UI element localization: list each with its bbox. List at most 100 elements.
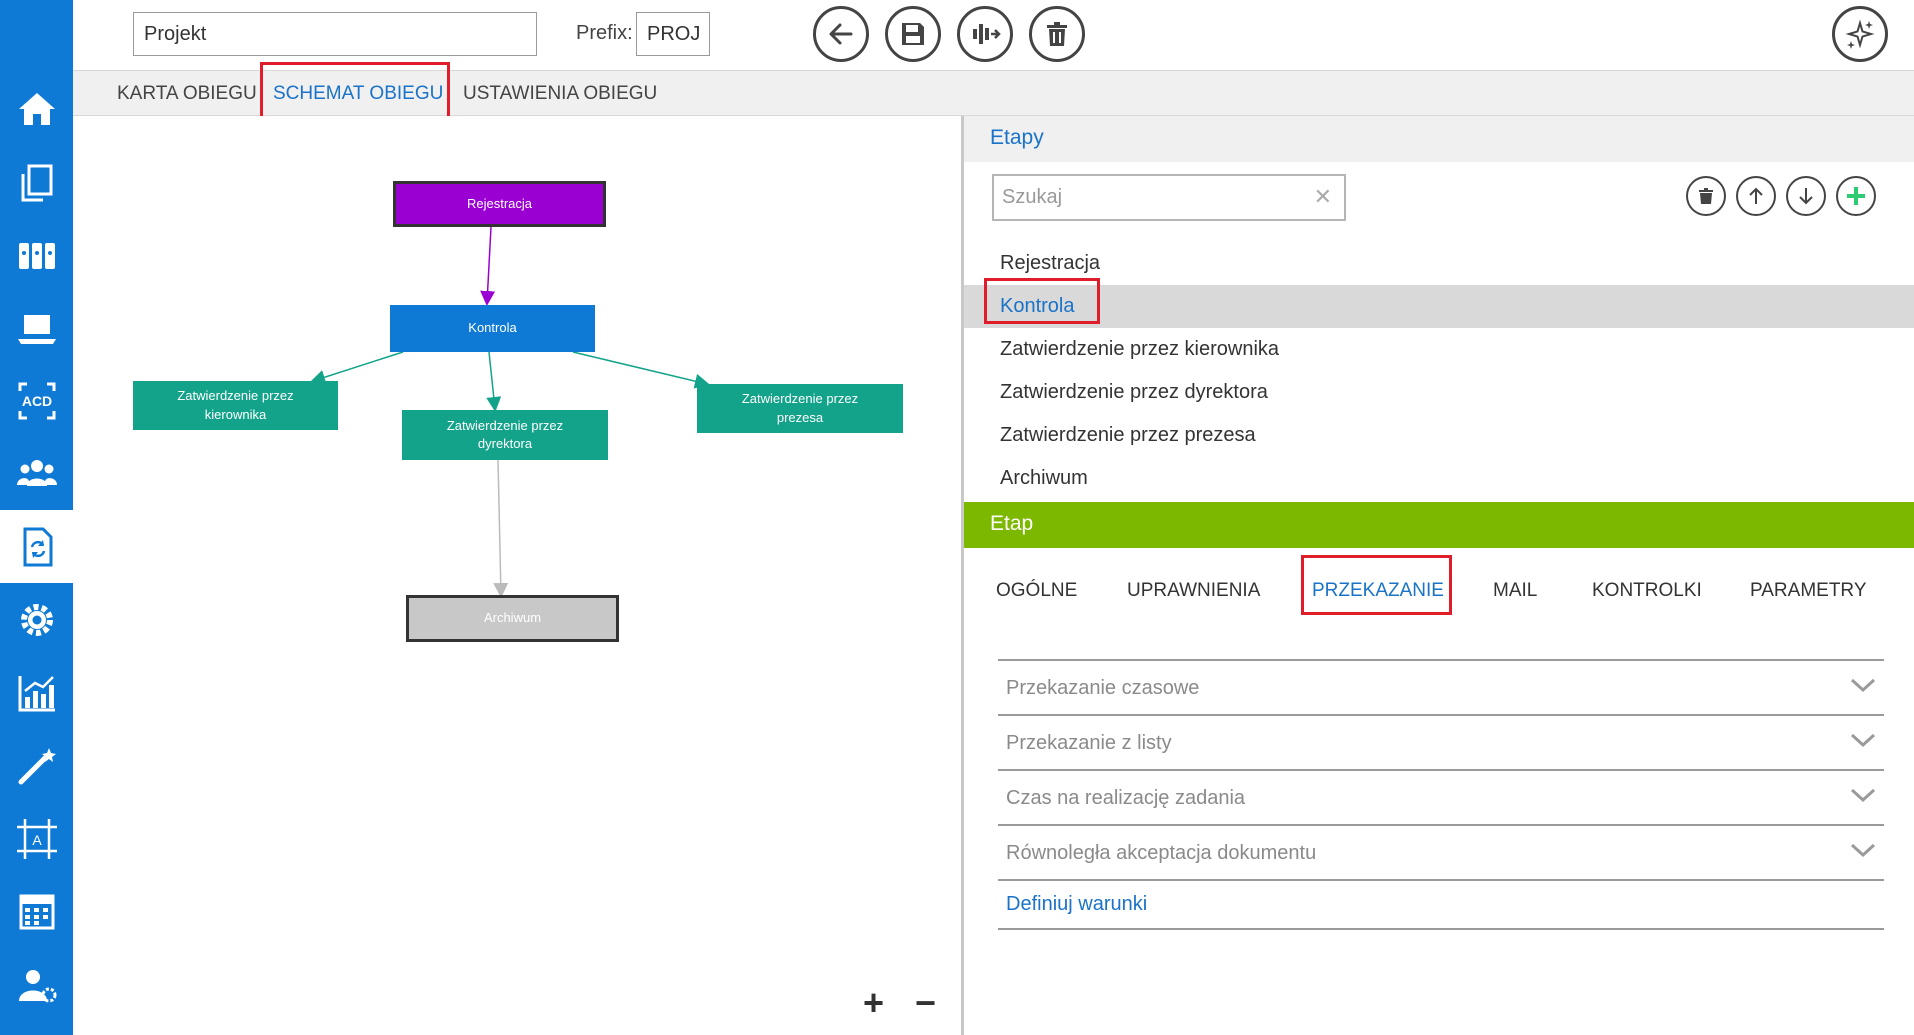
nav-documents[interactable] [0, 145, 73, 218]
nav-user-settings[interactable] [0, 948, 73, 1021]
nav-laptop[interactable] [0, 291, 73, 364]
sidebar: ACD A [0, 0, 73, 1035]
tab-ogolne[interactable]: OGÓLNE [996, 580, 1077, 602]
node-zatwierdzenie-prezesa[interactable]: Zatwierdzenie przez prezesa [697, 384, 903, 433]
tab-uprawnienia[interactable]: UPRAWNIENIA [1127, 580, 1260, 602]
define-conditions-link[interactable]: Definiuj warunki [1006, 893, 1147, 916]
nav-wizard[interactable] [0, 729, 73, 802]
zoom-out-button[interactable]: − [915, 982, 936, 1024]
section-label: Czas na realizację zadania [1006, 787, 1246, 809]
top-toolbar: Projekt Prefix: PROJ [73, 0, 1914, 70]
workflow-doc-icon [23, 527, 52, 566]
stage-item-archiwum[interactable]: Archiwum [964, 457, 1914, 500]
nav-settings[interactable] [0, 583, 73, 656]
template-icon: A [16, 818, 57, 859]
nav-calendar[interactable] [0, 875, 73, 948]
assistant-button[interactable] [1832, 6, 1888, 62]
edge-dyrektor-archiwum [493, 459, 509, 598]
prefix-field[interactable]: PROJ [636, 12, 710, 56]
tab-ustawienia-obiegu[interactable]: USTAWIENIA OBIEGU [463, 83, 657, 105]
node-label: Rejestracja [466, 195, 533, 211]
node-label: Kontrola [468, 320, 517, 336]
stage-item-rejestracja[interactable]: Rejestracja [964, 242, 1914, 285]
save-button[interactable] [885, 6, 941, 62]
back-button[interactable] [813, 6, 869, 62]
binders-icon [18, 242, 55, 269]
nav-home[interactable] [0, 72, 73, 145]
section-label: Przekazanie czasowe [1006, 677, 1200, 699]
svg-text:ACD: ACD [21, 393, 51, 409]
chevron-down-icon [1850, 678, 1876, 693]
node-label-line-2: kierownika [204, 406, 267, 422]
search-placeholder: Szukaj [1002, 186, 1063, 208]
name-field[interactable]: Projekt [133, 12, 537, 56]
main-tabs: KARTA OBIEGU SCHEMAT OBIEGU USTAWIENIA O… [73, 62, 1914, 120]
nav-acd[interactable]: ACD [0, 364, 73, 437]
tab-kontrolki[interactable]: KONTROLKI [1592, 580, 1702, 602]
user-settings-icon [18, 969, 56, 1002]
calendar-icon [19, 894, 54, 929]
node-label-line-2: dyrektora [477, 436, 533, 451]
stage-item-kierownik[interactable]: Zatwierdzenie przez kierownika [964, 328, 1914, 371]
clear-icon[interactable]: ✕ [1314, 184, 1332, 210]
nav-reports[interactable] [0, 656, 73, 729]
nav-binders[interactable] [0, 218, 73, 291]
highlight-box [260, 62, 450, 120]
nav-templates[interactable]: A [0, 802, 73, 875]
chevron-down-icon [1850, 788, 1876, 803]
svg-text:A: A [32, 832, 42, 848]
node-rejestracja[interactable]: Rejestracja [393, 181, 606, 227]
add-workflow-button[interactable] [957, 6, 1013, 62]
add-stage-button[interactable] [1836, 176, 1876, 216]
stage-item-kontrola[interactable]: Kontrola [964, 285, 1914, 328]
acd-icon: ACD [18, 382, 55, 419]
magic-wand-icon [18, 747, 56, 784]
save-icon [902, 23, 924, 45]
home-icon [18, 92, 55, 125]
section-label: Przekazanie z listy [1006, 732, 1172, 754]
node-archiwum[interactable]: Archiwum [406, 595, 619, 642]
stages-search-input[interactable]: Szukaj ✕ [992, 174, 1346, 221]
edge-kontrola-prezes [572, 351, 710, 389]
arrow-down-icon [1799, 188, 1813, 205]
node-label-line-1: Zatwierdzenie przez [177, 388, 294, 404]
tab-mail[interactable]: MAIL [1493, 580, 1537, 602]
chevron-down-icon [1850, 843, 1876, 858]
diagram-connectors [310, 226, 710, 598]
chevron-down-icon [1850, 733, 1876, 748]
tab-parametry[interactable]: PARAMETRY [1750, 580, 1867, 602]
documents-icon [21, 164, 52, 201]
nav-workflow[interactable] [0, 510, 73, 583]
trash-icon [1047, 22, 1067, 46]
node-label-line-1: Zatwierdzenie przez [741, 391, 859, 407]
prefix-label: Prefix: [576, 22, 633, 44]
add-icon [1847, 187, 1865, 205]
users-icon [16, 459, 57, 486]
section-przekazanie-czasowe[interactable]: Przekazanie czasowe [998, 659, 1884, 714]
stage-header: Etap [964, 502, 1914, 548]
edge-kontrola-kierownik [310, 351, 404, 385]
section-czas-na-realizacje[interactable]: Czas na realizację zadania [998, 769, 1884, 824]
tab-karta-obiegu[interactable]: KARTA OBIEGU [117, 83, 257, 105]
move-down-button[interactable] [1786, 176, 1826, 216]
zoom-in-button[interactable]: + [863, 982, 884, 1024]
sparkles-icon [1845, 19, 1875, 49]
node-zatwierdzenie-dyrektora[interactable]: Zatwierdzenie przez dyrektora [402, 410, 608, 460]
edge-kontrola-dyrektor [486, 351, 502, 412]
move-up-button[interactable] [1736, 176, 1776, 216]
trash-icon [1699, 188, 1713, 204]
nav-users[interactable] [0, 437, 73, 510]
stage-panel: Etapy Szukaj ✕ Rejestracja Kontrola Zatw… [964, 116, 1914, 1035]
node-kontrola[interactable]: Kontrola [390, 305, 595, 352]
section-divider [998, 928, 1884, 930]
workflow-add-icon [973, 24, 1001, 44]
section-rownolegla-akceptacja[interactable]: Równoległa akceptacja dokumentu [998, 824, 1884, 879]
delete-button[interactable] [1029, 6, 1085, 62]
node-label-line-1: Zatwierdzenie przez [446, 417, 564, 433]
stage-item-prezes[interactable]: Zatwierdzenie przez prezesa [964, 414, 1914, 457]
section-przekazanie-z-listy[interactable]: Przekazanie z listy [998, 714, 1884, 769]
node-zatwierdzenie-kierownika[interactable]: Zatwierdzenie przez kierownika [133, 381, 338, 430]
delete-stage-button[interactable] [1686, 176, 1726, 216]
stage-item-dyrektor[interactable]: Zatwierdzenie przez dyrektora [964, 371, 1914, 414]
workflow-diagram: Rejestracja Kontrola Zatwierdzenie przez… [73, 116, 961, 1035]
